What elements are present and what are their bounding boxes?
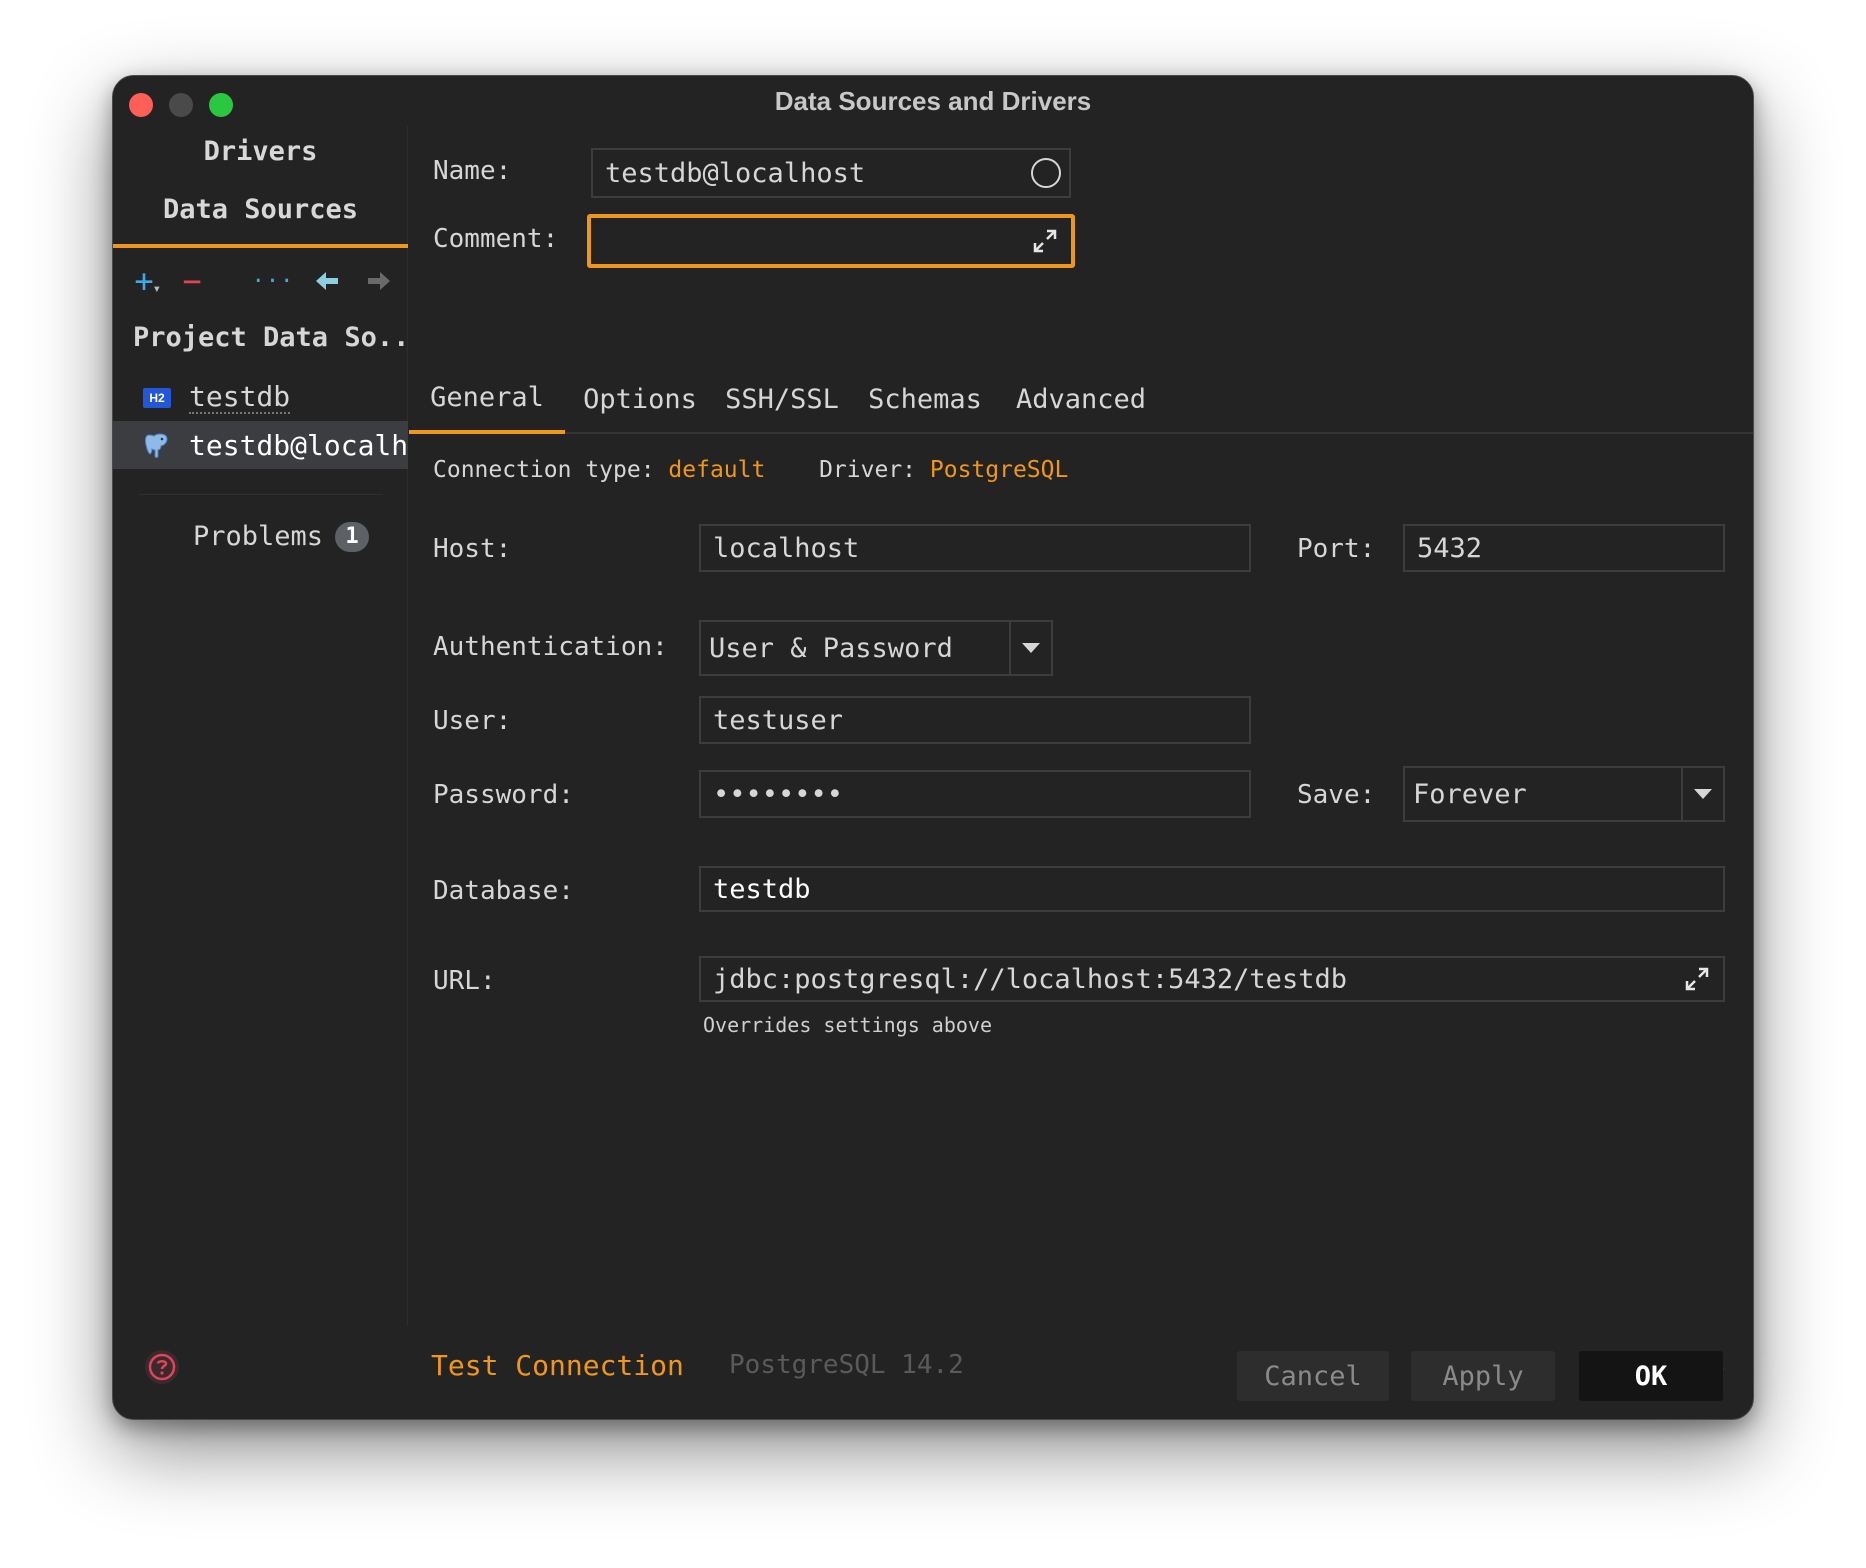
project-data-sources-header: Project Data So.. (133, 322, 408, 353)
problems-item[interactable]: Problems 1 (193, 521, 370, 552)
tab-general[interactable]: General (409, 364, 565, 434)
host-input[interactable]: localhost (699, 524, 1251, 572)
data-source-label: testdb (189, 380, 291, 414)
tab-data-sources[interactable]: Data Sources (113, 194, 408, 225)
url-value: jdbc:postgresql://localhost:5432/testdb (713, 963, 1347, 995)
authentication-value: User & Password (709, 632, 953, 664)
url-input[interactable]: jdbc:postgresql://localhost:5432/testdb (699, 956, 1725, 1002)
data-sources-dialog: Data Sources and Drivers Drivers Data So… (112, 75, 1754, 1420)
forward-button[interactable] (361, 261, 397, 301)
user-label: User: (433, 706, 512, 736)
host-label: Host: (433, 534, 512, 564)
plus-icon: + (134, 262, 154, 300)
port-value: 5432 (1417, 532, 1483, 564)
tab-schemas[interactable]: Schemas (857, 364, 993, 434)
authentication-select[interactable]: User & Password (699, 620, 1053, 676)
password-value: •••••••• (713, 778, 844, 810)
expand-icon[interactable] (1683, 965, 1711, 993)
host-value: localhost (713, 532, 860, 564)
tab-ssh-ssl[interactable]: SSH/SSL (715, 364, 849, 434)
arrow-left-icon (316, 272, 338, 290)
port-input[interactable]: 5432 (1403, 524, 1725, 572)
cancel-button[interactable]: Cancel (1237, 1351, 1389, 1401)
sidebar-toolbar: + ▾ − ··· (113, 261, 408, 301)
expand-icon[interactable] (1031, 227, 1059, 255)
url-hint: Overrides settings above (703, 1013, 992, 1037)
remove-data-source-button[interactable]: − (177, 261, 207, 301)
port-label: Port: (1297, 534, 1376, 564)
chevron-down-icon (1681, 768, 1723, 820)
title-bar: Data Sources and Drivers (113, 76, 1753, 126)
comment-label: Comment: (433, 224, 559, 254)
divider (139, 494, 383, 495)
apply-button[interactable]: Apply (1411, 1351, 1555, 1401)
user-value: testuser (713, 704, 844, 736)
minus-icon: − (182, 262, 202, 300)
name-field[interactable]: testdb@localhost (591, 148, 1071, 198)
test-connection-link[interactable]: Test Connection (431, 1349, 684, 1382)
data-source-item-selected[interactable]: testdb@localhost (113, 421, 408, 469)
window-title: Data Sources and Drivers (774, 86, 1092, 116)
tab-drivers[interactable]: Drivers (113, 136, 408, 167)
chevron-down-icon: ▾ (152, 281, 161, 297)
database-value: testdb (713, 873, 811, 905)
tab-options[interactable]: Options (573, 364, 707, 434)
password-label: Password: (433, 780, 574, 810)
user-input[interactable]: testuser (699, 696, 1251, 744)
server-version: PostgreSQL 14.2 (729, 1350, 964, 1380)
back-button[interactable] (309, 261, 345, 301)
name-value: testdb@localhost (605, 157, 866, 189)
name-label: Name: (433, 156, 512, 186)
h2-icon: H2 (143, 388, 171, 408)
postgresql-elephant-icon (144, 433, 168, 458)
ok-button[interactable]: OK (1579, 1351, 1723, 1401)
more-actions-button[interactable]: ··· (252, 261, 294, 301)
save-select[interactable]: Forever (1403, 766, 1725, 822)
sidebar: Drivers Data Sources + ▾ − ··· Project D… (113, 126, 408, 1326)
color-circle-icon[interactable] (1031, 158, 1061, 188)
authentication-label: Authentication: (433, 632, 668, 662)
problems-count-badge: 1 (335, 521, 370, 552)
password-input[interactable]: •••••••• (699, 770, 1251, 818)
settings-tabs: General Options SSH/SSL Schemas Advanced (409, 364, 1753, 434)
help-icon[interactable] (143, 1348, 181, 1386)
driver-label: Driver: (819, 457, 917, 483)
arrow-right-icon (368, 272, 390, 290)
save-label: Save: (1297, 780, 1376, 810)
connection-type-label: Connection type: (433, 457, 655, 483)
connection-type-link[interactable]: default (668, 457, 765, 483)
tab-advanced[interactable]: Advanced (1001, 364, 1161, 434)
more-icon: ··· (251, 268, 295, 294)
save-value: Forever (1413, 778, 1527, 810)
active-tab-indicator (113, 244, 408, 248)
add-data-source-button[interactable]: + ▾ (127, 261, 161, 301)
data-source-label: testdb@localhost (189, 428, 408, 462)
connection-info: Connection type: default Driver: Postgre… (433, 457, 1068, 483)
driver-link[interactable]: PostgreSQL (930, 457, 1068, 483)
comment-field[interactable] (587, 214, 1075, 268)
database-input[interactable]: testdb (699, 866, 1725, 912)
data-source-item[interactable]: H2 testdb (113, 374, 408, 422)
url-label: URL: (433, 966, 496, 996)
problems-label: Problems (193, 521, 324, 552)
database-label: Database: (433, 876, 574, 906)
chevron-down-icon (1009, 622, 1051, 674)
